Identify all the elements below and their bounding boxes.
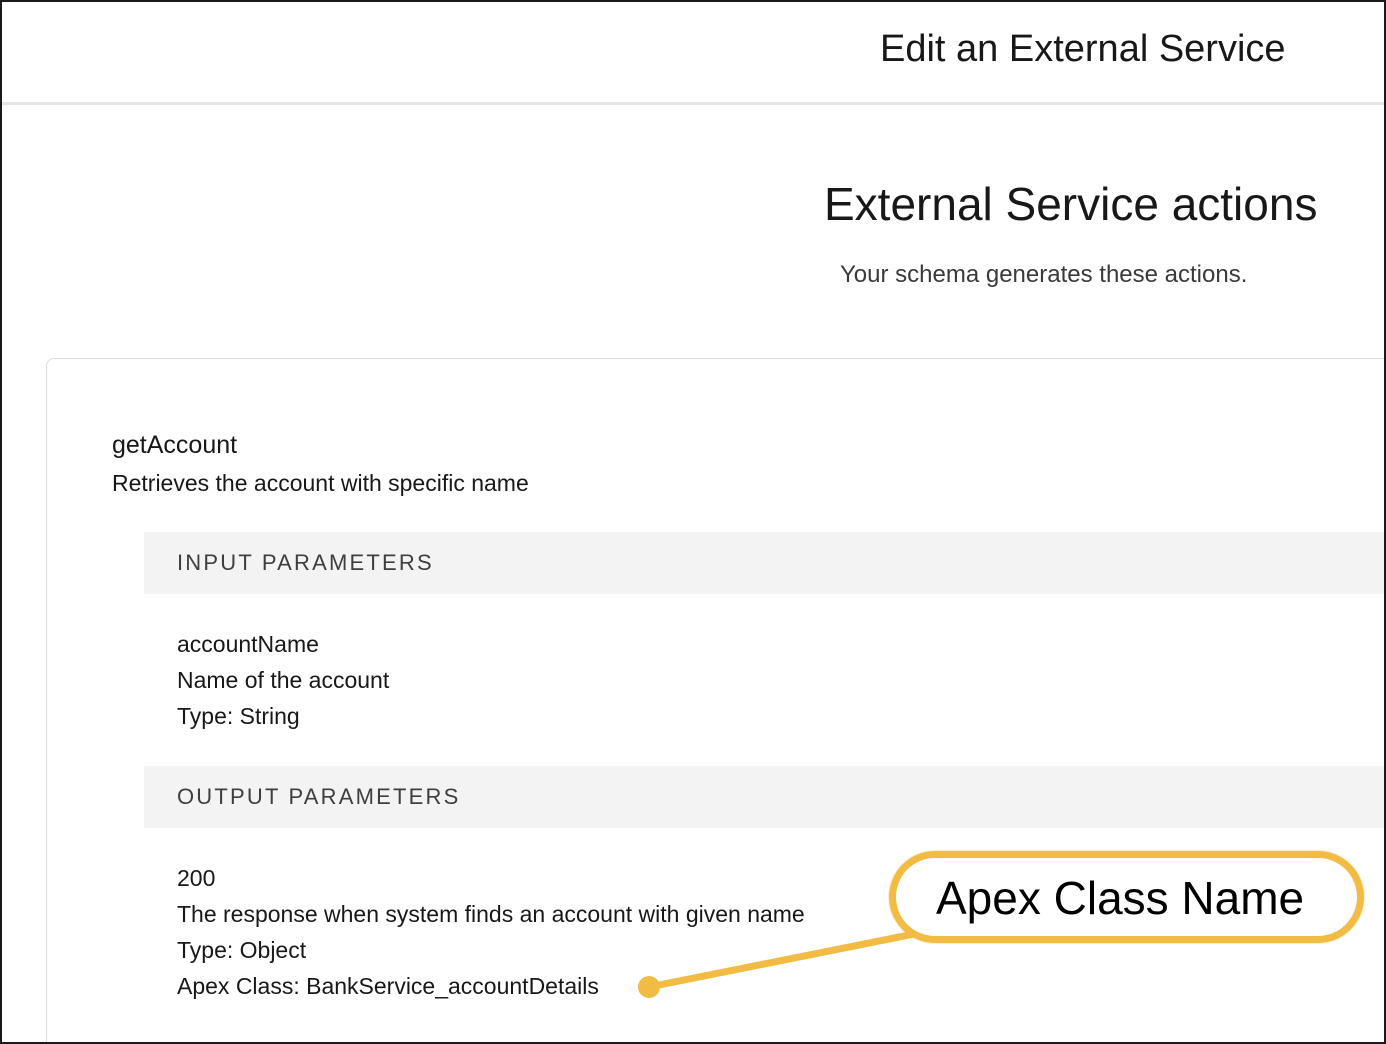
section-title: External Service actions: [824, 178, 1318, 230]
input-param-type: Type: String: [177, 703, 300, 729]
output-response-code: 200: [177, 865, 216, 891]
modal-title: Edit an External Service: [880, 28, 1286, 70]
output-response-description: The response when system finds an accoun…: [177, 901, 805, 927]
dialog-frame: Edit an External Service External Servic…: [0, 0, 1386, 1044]
section-subtitle: Your schema generates these actions.: [840, 261, 1248, 288]
callout-label: Apex Class Name: [936, 872, 1305, 924]
output-parameters-header: OUTPUT PARAMETERS: [144, 766, 1384, 828]
input-parameters-heading: INPUT PARAMETERS: [177, 550, 434, 575]
output-apex-class: Apex Class: BankService_accountDetails: [177, 973, 599, 999]
output-parameters-heading: OUTPUT PARAMETERS: [177, 784, 461, 809]
action-description: Retrieves the account with specific name: [112, 470, 529, 496]
input-param-name: accountName: [177, 631, 319, 657]
input-param-description: Name of the account: [177, 667, 390, 693]
output-response-type: Type: Object: [177, 937, 307, 963]
input-parameters-header: INPUT PARAMETERS: [144, 532, 1384, 594]
action-name: getAccount: [112, 431, 238, 459]
apex-class-callout: Apex Class Name: [889, 851, 1364, 943]
modal-header: Edit an External Service: [2, 2, 1384, 105]
